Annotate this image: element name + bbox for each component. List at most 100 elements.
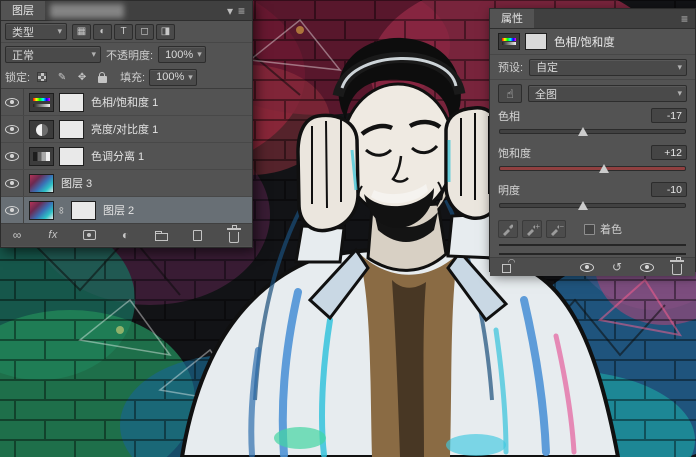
preset-label: 预设: bbox=[498, 62, 524, 74]
lock-label: 锁定: bbox=[5, 72, 31, 84]
blurred-tabs bbox=[50, 4, 124, 18]
new-group-button[interactable] bbox=[154, 226, 170, 244]
eyedropper-subtract-button[interactable]: − bbox=[546, 220, 566, 238]
visibility-toggle[interactable] bbox=[1, 89, 24, 115]
visibility-toggle[interactable] bbox=[1, 116, 24, 142]
colorize-checkbox[interactable] bbox=[584, 223, 595, 235]
lock-pixels-button[interactable]: ✎ bbox=[54, 70, 70, 85]
layer-thumbnail[interactable] bbox=[29, 173, 54, 193]
toggle-visibility-button[interactable] bbox=[639, 258, 655, 276]
eye-icon bbox=[5, 124, 19, 134]
lock-row: 锁定: ✎ ✥ 填充: 100% ▾ bbox=[1, 66, 252, 89]
layers-panel: 图层 ▾ ≡ 类型 ▾ ▦ ◐ T ◻ ◨ 正常 ▾ 不透明度: 100% ▾ … bbox=[0, 0, 253, 248]
lightness-slider-thumb[interactable] bbox=[578, 201, 589, 210]
kind-filter-dropdown[interactable]: 类型 ▾ bbox=[5, 23, 67, 40]
new-adjustment-layer-button[interactable]: ◐ bbox=[117, 226, 133, 244]
saturation-slider-thumb[interactable] bbox=[598, 164, 609, 173]
filter-shape-icon[interactable]: ◻ bbox=[135, 23, 154, 40]
clip-to-layer-button[interactable] bbox=[500, 257, 516, 276]
eye-icon bbox=[5, 97, 19, 107]
clip-icon bbox=[501, 257, 516, 273]
trash-icon bbox=[226, 225, 241, 243]
opacity-input[interactable]: 100% ▾ bbox=[158, 46, 207, 63]
lock-icon bbox=[97, 71, 107, 83]
layer-name[interactable]: 色调分离 1 bbox=[91, 148, 144, 164]
hue-slider-block: 色相 -17 bbox=[490, 107, 695, 144]
filter-type-icon[interactable]: T bbox=[114, 23, 133, 40]
opacity-value: 100% bbox=[165, 48, 194, 61]
fill-value: 100% bbox=[156, 71, 185, 83]
layers-panel-menu-button[interactable]: ▾ ≡ bbox=[220, 1, 252, 20]
delete-adjustment-button[interactable] bbox=[669, 257, 685, 276]
reset-adjustment-button[interactable]: ↺ bbox=[609, 258, 625, 276]
fill-input[interactable]: 100% ▾ bbox=[149, 68, 198, 86]
properties-bottom-toolbar: ↺ bbox=[490, 257, 695, 276]
layer-row-layer2[interactable]: ∞ 图层 2 bbox=[1, 197, 252, 223]
layer-name[interactable]: 图层 3 bbox=[61, 175, 92, 191]
layer-filter-row: 类型 ▾ ▦ ◐ T ◻ ◨ bbox=[1, 21, 252, 43]
adjustment-title-row: 色相/饱和度 bbox=[490, 29, 695, 55]
layers-tab[interactable]: 图层 bbox=[1, 1, 45, 20]
visibility-toggle[interactable] bbox=[1, 170, 24, 196]
layer-name[interactable]: 图层 2 bbox=[103, 202, 134, 218]
channel-dropdown[interactable]: 全图 ▾ bbox=[528, 85, 687, 102]
lightness-label: 明度 bbox=[498, 184, 520, 197]
properties-panel: 属性 ≡ 色相/饱和度 预设: 自定 ▾ ☝ 全图 ▾ 色相 -17 饱和度 +… bbox=[489, 8, 696, 276]
visibility-toggle[interactable] bbox=[1, 197, 24, 223]
lightness-slider-track[interactable] bbox=[499, 201, 686, 210]
mask-icon bbox=[82, 230, 96, 240]
layers-bottom-toolbar: ∞ fx ◐ bbox=[1, 223, 252, 246]
hue-value-input[interactable]: -17 bbox=[651, 108, 687, 123]
blend-mode-dropdown[interactable]: 正常 ▾ bbox=[5, 46, 101, 63]
filter-adjustment-icon[interactable]: ◐ bbox=[93, 23, 112, 40]
brush-icon: ✎ bbox=[57, 71, 67, 83]
eyedropper-add-button[interactable]: + bbox=[522, 220, 542, 238]
layer-mask-thumbnail[interactable] bbox=[59, 92, 84, 112]
posterize-adjustment-thumbnail[interactable] bbox=[29, 146, 54, 166]
layer-mask-thumbnail[interactable] bbox=[59, 146, 84, 166]
layer-mask-thumbnail[interactable] bbox=[59, 119, 84, 139]
layer-row-layer3[interactable]: 图层 3 bbox=[1, 170, 252, 197]
new-layer-button[interactable] bbox=[190, 226, 206, 244]
opacity-label: 不透明度: bbox=[106, 49, 154, 62]
layer-mask-thumbnail[interactable] bbox=[71, 200, 96, 220]
lock-transparency-button[interactable] bbox=[34, 70, 50, 85]
layer-name[interactable]: 色相/饱和度 1 bbox=[91, 94, 158, 110]
link-layers-button[interactable]: ∞ bbox=[9, 226, 25, 244]
hue-slider-track[interactable] bbox=[499, 127, 686, 136]
delete-layer-button[interactable] bbox=[226, 225, 242, 244]
layer-thumbnail[interactable] bbox=[29, 200, 54, 220]
visibility-toggle[interactable] bbox=[1, 143, 24, 169]
lightness-value-input[interactable]: -10 bbox=[651, 182, 687, 197]
channel-row: ☝ 全图 ▾ bbox=[490, 80, 695, 107]
preset-value: 自定 bbox=[536, 62, 559, 74]
blend-mode-value: 正常 bbox=[12, 49, 34, 62]
saturation-value-input[interactable]: +12 bbox=[651, 145, 687, 160]
properties-tab[interactable]: 属性 bbox=[490, 9, 534, 28]
eyedropper-minus-icon bbox=[551, 224, 560, 236]
view-previous-state-button[interactable] bbox=[579, 258, 595, 276]
layer-row-brightness-contrast[interactable]: 亮度/对比度 1 bbox=[1, 116, 252, 143]
hue-slider-thumb[interactable] bbox=[578, 127, 589, 136]
checkerboard-icon bbox=[37, 72, 48, 82]
eyedropper-button[interactable] bbox=[498, 220, 518, 238]
mask-badge-icon[interactable] bbox=[525, 33, 547, 50]
add-layer-mask-button[interactable] bbox=[81, 226, 97, 244]
filter-smart-object-icon[interactable]: ◨ bbox=[156, 23, 175, 40]
lock-all-button[interactable] bbox=[94, 70, 110, 85]
lock-position-button[interactable]: ✥ bbox=[74, 70, 90, 85]
kind-filter-label: 类型 bbox=[12, 26, 34, 39]
eyedropper-plus-icon bbox=[527, 224, 536, 236]
saturation-slider-track[interactable] bbox=[499, 164, 686, 173]
hue-saturation-adjustment-thumbnail[interactable] bbox=[29, 92, 54, 112]
targeted-adjustment-tool-button[interactable]: ☝ bbox=[498, 84, 522, 103]
properties-panel-menu-button[interactable]: ≡ bbox=[674, 9, 695, 28]
chevron-down-icon: ▾ bbox=[91, 49, 96, 59]
filter-pixel-icon[interactable]: ▦ bbox=[72, 23, 91, 40]
brightness-contrast-adjustment-thumbnail[interactable] bbox=[29, 119, 54, 139]
preset-dropdown[interactable]: 自定 ▾ bbox=[529, 58, 687, 76]
layer-name[interactable]: 亮度/对比度 1 bbox=[91, 121, 158, 137]
layer-row-hue-saturation[interactable]: 色相/饱和度 1 bbox=[1, 89, 252, 116]
layer-style-button[interactable]: fx bbox=[45, 226, 61, 244]
layer-row-posterize[interactable]: 色调分离 1 bbox=[1, 143, 252, 170]
